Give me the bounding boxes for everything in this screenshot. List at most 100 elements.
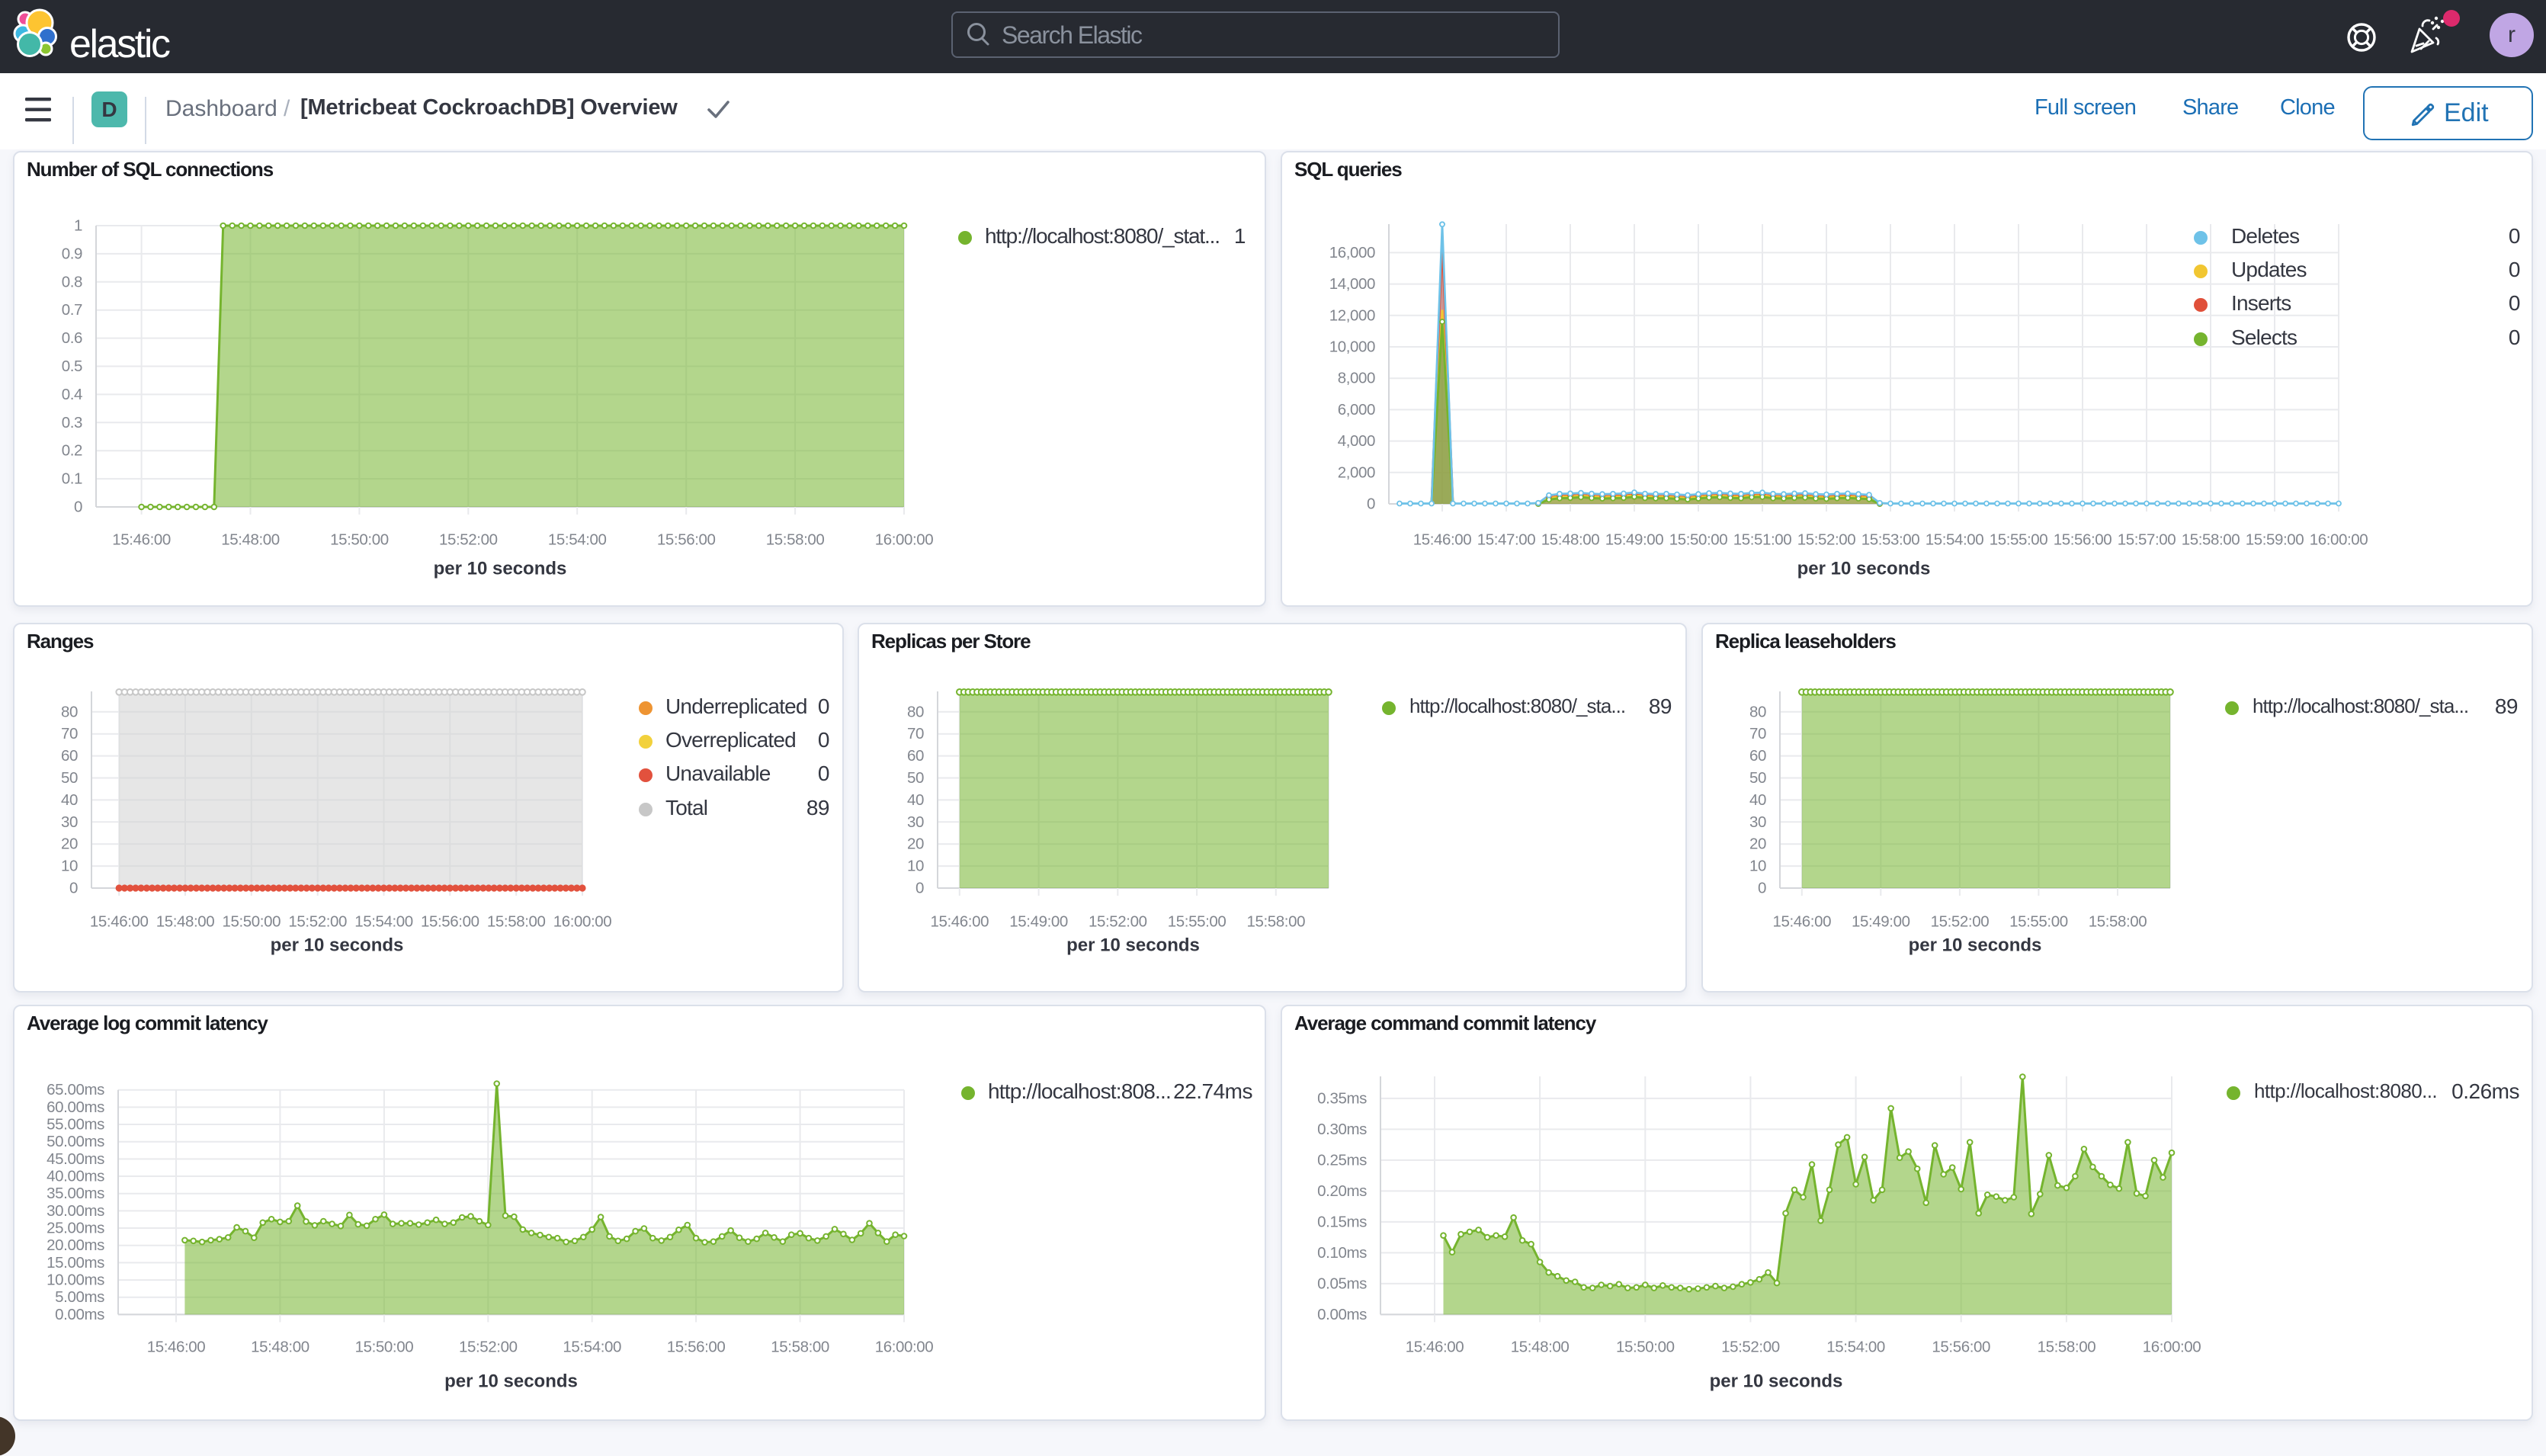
svg-text:50.00ms: 50.00ms: [46, 1133, 104, 1150]
svg-text:15:49:00: 15:49:00: [1852, 913, 1910, 931]
svg-text:30: 30: [907, 813, 924, 831]
svg-text:45.00ms: 45.00ms: [46, 1150, 104, 1168]
svg-text:per 10 seconds: per 10 seconds: [271, 935, 404, 956]
svg-text:16:00:00: 16:00:00: [2310, 531, 2368, 549]
svg-text:15:58:00: 15:58:00: [487, 913, 546, 931]
svg-text:16:00:00: 16:00:00: [875, 1339, 934, 1356]
svg-text:15:49:00: 15:49:00: [1009, 913, 1068, 931]
svg-text:15:46:00: 15:46:00: [147, 1339, 206, 1356]
svg-text:0: 0: [69, 880, 78, 897]
svg-text:15:58:00: 15:58:00: [1246, 913, 1305, 931]
svg-text:15:48:00: 15:48:00: [251, 1339, 309, 1356]
svg-text:80: 80: [61, 703, 78, 720]
svg-text:50: 50: [1749, 769, 1766, 787]
svg-text:40.00ms: 40.00ms: [46, 1168, 104, 1185]
svg-text:15:54:00: 15:54:00: [1826, 1339, 1885, 1356]
svg-text:15:48:00: 15:48:00: [1511, 1339, 1570, 1356]
svg-text:15:46:00: 15:46:00: [1413, 531, 1472, 549]
svg-text:15:55:00: 15:55:00: [1168, 913, 1227, 931]
svg-text:15:58:00: 15:58:00: [2038, 1339, 2096, 1356]
svg-text:0: 0: [915, 880, 924, 897]
svg-text:20.00ms: 20.00ms: [46, 1236, 104, 1254]
svg-text:20: 20: [907, 835, 924, 853]
svg-text:0.6: 0.6: [62, 329, 82, 347]
svg-text:0.9: 0.9: [62, 245, 82, 262]
svg-text:40: 40: [1749, 791, 1766, 809]
svg-text:0.25ms: 0.25ms: [1317, 1151, 1367, 1169]
svg-text:0.5: 0.5: [62, 358, 82, 375]
svg-text:15:48:00: 15:48:00: [221, 531, 280, 549]
svg-text:5.00ms: 5.00ms: [55, 1288, 104, 1306]
svg-text:55.00ms: 55.00ms: [46, 1116, 104, 1134]
svg-text:65.00ms: 65.00ms: [46, 1081, 104, 1098]
svg-text:40: 40: [907, 791, 924, 809]
svg-text:15:57:00: 15:57:00: [2118, 531, 2176, 549]
svg-text:15:56:00: 15:56:00: [421, 913, 479, 931]
svg-text:70: 70: [61, 725, 78, 742]
svg-text:15:56:00: 15:56:00: [2054, 531, 2112, 549]
svg-text:per 10 seconds: per 10 seconds: [1710, 1371, 1843, 1392]
svg-text:15:54:00: 15:54:00: [354, 913, 413, 931]
svg-text:20: 20: [1749, 835, 1766, 853]
svg-text:0: 0: [1758, 880, 1766, 897]
svg-text:15:52:00: 15:52:00: [459, 1339, 518, 1356]
svg-text:15:52:00: 15:52:00: [288, 913, 347, 931]
svg-text:0.2: 0.2: [62, 442, 82, 460]
svg-text:15:46:00: 15:46:00: [1772, 913, 1831, 931]
svg-text:15:58:00: 15:58:00: [766, 531, 825, 549]
svg-text:60: 60: [61, 747, 78, 765]
svg-text:15:56:00: 15:56:00: [667, 1339, 726, 1356]
svg-text:15:48:00: 15:48:00: [156, 913, 215, 931]
svg-text:16,000: 16,000: [1329, 244, 1375, 261]
svg-text:16:00:00: 16:00:00: [553, 913, 612, 931]
svg-text:15:52:00: 15:52:00: [1797, 531, 1856, 549]
svg-text:15:55:00: 15:55:00: [1990, 531, 2048, 549]
svg-text:80: 80: [907, 703, 924, 720]
svg-text:15:59:00: 15:59:00: [2246, 531, 2304, 549]
svg-text:10: 10: [907, 858, 924, 875]
svg-text:0.8: 0.8: [62, 273, 82, 290]
svg-text:25.00ms: 25.00ms: [46, 1220, 104, 1237]
svg-text:0.00ms: 0.00ms: [55, 1306, 104, 1323]
svg-text:15:54:00: 15:54:00: [548, 531, 607, 549]
svg-text:30: 30: [1749, 813, 1766, 831]
svg-text:15:46:00: 15:46:00: [90, 913, 149, 931]
svg-text:15:58:00: 15:58:00: [2182, 531, 2240, 549]
svg-text:15:49:00: 15:49:00: [1605, 531, 1664, 549]
svg-text:4,000: 4,000: [1338, 432, 1375, 450]
svg-text:60: 60: [1749, 747, 1766, 765]
svg-text:15:48:00: 15:48:00: [1541, 531, 1600, 549]
svg-text:6,000: 6,000: [1338, 401, 1375, 419]
svg-text:50: 50: [907, 769, 924, 787]
svg-text:40: 40: [61, 791, 78, 809]
svg-text:15.00ms: 15.00ms: [46, 1254, 104, 1272]
svg-text:0.05ms: 0.05ms: [1317, 1275, 1367, 1292]
svg-text:15:58:00: 15:58:00: [2089, 913, 2147, 931]
svg-text:0.7: 0.7: [62, 301, 82, 319]
svg-text:0.20ms: 0.20ms: [1317, 1182, 1367, 1200]
svg-text:30.00ms: 30.00ms: [46, 1202, 104, 1220]
svg-text:15:52:00: 15:52:00: [1089, 913, 1147, 931]
svg-text:15:56:00: 15:56:00: [1932, 1339, 1990, 1356]
svg-text:8,000: 8,000: [1338, 370, 1375, 387]
svg-text:15:47:00: 15:47:00: [1477, 531, 1536, 549]
svg-text:0.10ms: 0.10ms: [1317, 1244, 1367, 1262]
svg-text:15:52:00: 15:52:00: [439, 531, 498, 549]
svg-text:per 10 seconds: per 10 seconds: [1797, 559, 1931, 579]
svg-text:0: 0: [1367, 495, 1375, 513]
svg-text:15:56:00: 15:56:00: [657, 531, 716, 549]
svg-text:15:55:00: 15:55:00: [2009, 913, 2068, 931]
svg-text:0.00ms: 0.00ms: [1317, 1306, 1367, 1323]
svg-text:60.00ms: 60.00ms: [46, 1098, 104, 1116]
svg-text:0.15ms: 0.15ms: [1317, 1213, 1367, 1230]
svg-text:15:54:00: 15:54:00: [1926, 531, 1984, 549]
svg-text:70: 70: [907, 725, 924, 742]
svg-text:15:52:00: 15:52:00: [1931, 913, 1990, 931]
svg-text:15:46:00: 15:46:00: [1406, 1339, 1464, 1356]
svg-text:15:50:00: 15:50:00: [330, 531, 389, 549]
svg-text:10: 10: [1749, 858, 1766, 875]
svg-text:per 10 seconds: per 10 seconds: [1066, 935, 1200, 956]
svg-text:12,000: 12,000: [1329, 306, 1375, 324]
svg-text:15:53:00: 15:53:00: [1861, 531, 1920, 549]
svg-text:70: 70: [1749, 725, 1766, 742]
